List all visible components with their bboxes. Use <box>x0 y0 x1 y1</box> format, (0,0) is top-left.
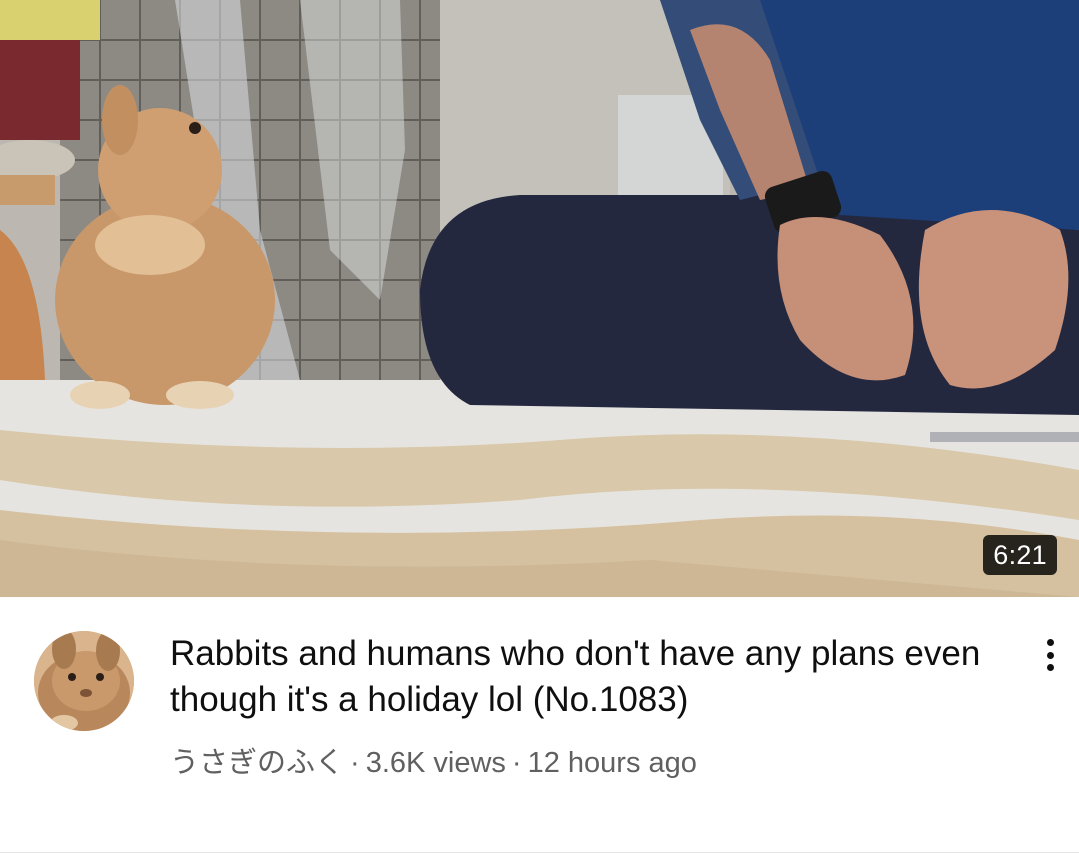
upload-time: 12 hours ago <box>527 747 697 779</box>
menu-dot <box>1046 651 1054 659</box>
channel-name[interactable]: うさぎのふく <box>170 747 344 779</box>
channel-avatar[interactable] <box>34 631 134 731</box>
video-meta: Rabbits and humans who don't have any pl… <box>0 597 1079 853</box>
video-metadata-line: うさぎのふく · 3.6K views · 12 hours ago <box>170 743 697 783</box>
view-count: 3.6K views <box>365 747 506 779</box>
duration-badge: 6:21 <box>983 535 1057 575</box>
menu-dot <box>1046 664 1054 671</box>
video-thumbnail[interactable]: 6:21 <box>0 0 1079 597</box>
thumbnail-image <box>0 0 1079 597</box>
video-title[interactable]: Rabbits and humans who don't have any pl… <box>170 631 1000 723</box>
rabbit-avatar-image <box>34 631 134 731</box>
meta-separator: · <box>511 747 522 779</box>
video-card[interactable]: 6:21 Rabbits and humans who don't have a… <box>0 0 1079 853</box>
meta-separator: · <box>350 747 360 779</box>
menu-dot <box>1046 639 1054 646</box>
more-vertical-icon[interactable] <box>1035 633 1065 677</box>
